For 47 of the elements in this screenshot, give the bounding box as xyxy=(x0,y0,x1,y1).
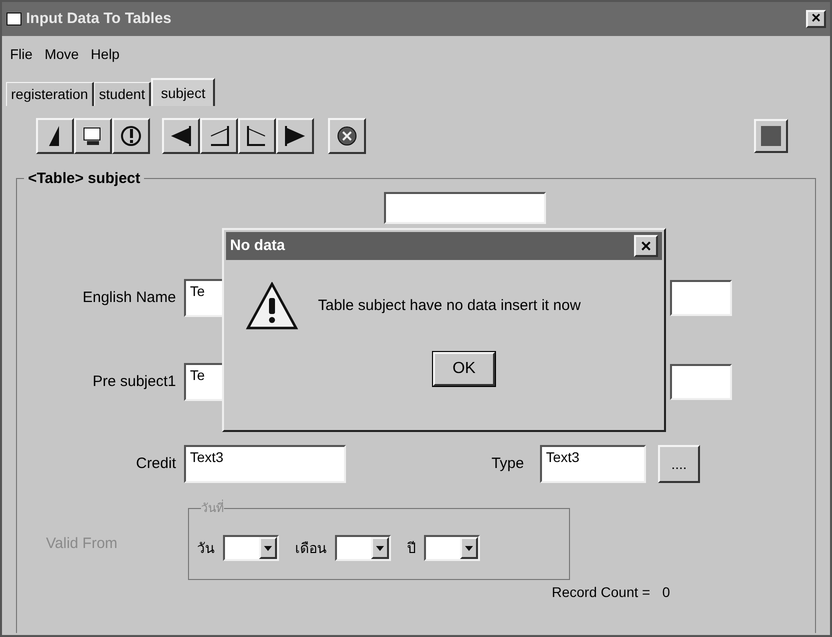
record-count-value: 0 xyxy=(662,583,670,602)
warning-icon xyxy=(246,282,298,330)
close-button[interactable]: × xyxy=(634,235,658,257)
text-field[interactable]: Text3 xyxy=(184,445,346,483)
text-field[interactable] xyxy=(670,364,732,400)
field-label: Type xyxy=(490,454,525,474)
close-button[interactable]: × xyxy=(806,10,826,28)
tab[interactable]: student xyxy=(94,82,151,106)
field-label: English Name xyxy=(82,288,177,308)
toolbar-button[interactable] xyxy=(328,118,366,154)
toolbar-button[interactable] xyxy=(200,118,238,154)
text-field[interactable]: Text3 xyxy=(540,445,646,483)
day-label: วัน xyxy=(197,538,215,558)
tab[interactable]: subject xyxy=(150,78,216,106)
dialog-title: No data xyxy=(230,236,286,256)
toolbar-button[interactable] xyxy=(754,119,788,153)
toolbar-button[interactable] xyxy=(112,118,150,154)
browse-button[interactable]: .... xyxy=(658,445,700,483)
last-record-icon xyxy=(283,124,307,148)
dropdown[interactable] xyxy=(335,535,391,561)
cancel-icon xyxy=(335,124,359,148)
year-label: ปี xyxy=(407,538,416,558)
window-icon xyxy=(6,12,22,26)
toolbar-button[interactable] xyxy=(74,118,112,154)
menu-item[interactable]: Move xyxy=(44,44,79,64)
text-field[interactable] xyxy=(670,280,732,316)
ok-button[interactable]: OK xyxy=(433,352,495,386)
dropdown[interactable] xyxy=(424,535,480,561)
record-count-label: Record Count = xyxy=(552,583,650,602)
month-label: เดือน xyxy=(295,538,327,558)
square-icon xyxy=(761,126,781,146)
window-title: Input Data To Tables xyxy=(26,8,172,29)
menu-item[interactable]: Help xyxy=(90,44,120,64)
toolbar-button[interactable] xyxy=(276,118,314,154)
menu-item[interactable]: Flie xyxy=(10,44,33,64)
toolbar-button[interactable] xyxy=(36,118,74,154)
exclamation-icon xyxy=(119,124,143,148)
field-label: Pre subject1 xyxy=(92,372,177,392)
text-field[interactable] xyxy=(384,192,546,224)
first-record-icon xyxy=(169,124,193,148)
dropdown[interactable] xyxy=(223,535,279,561)
toolbar-button[interactable] xyxy=(238,118,276,154)
tab[interactable]: registeration xyxy=(6,82,94,106)
field-label: Credit xyxy=(134,454,177,474)
dialog-message: Table subject have no data insert it now xyxy=(318,296,581,316)
field-label: Valid From xyxy=(45,534,118,554)
toolbar-button[interactable] xyxy=(162,118,200,154)
